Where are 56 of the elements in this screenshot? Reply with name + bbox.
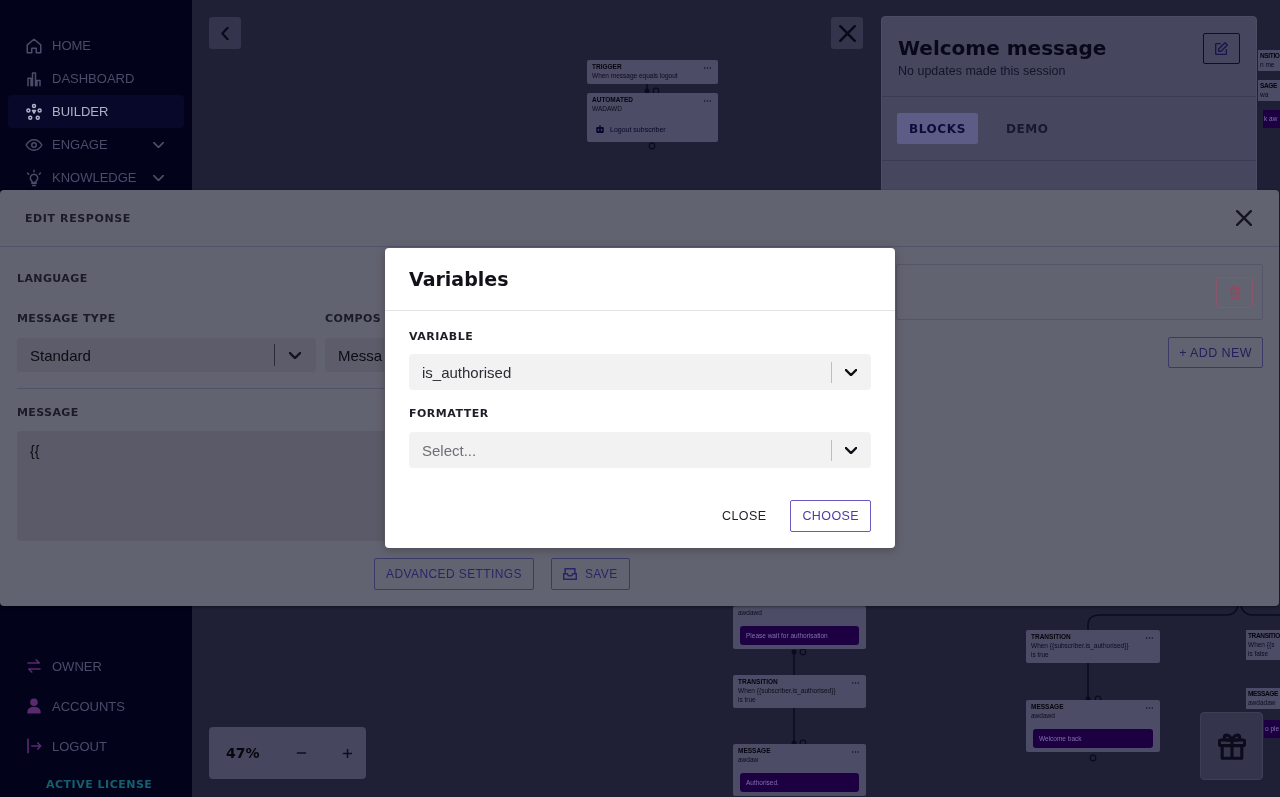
field-label: VARIABLE xyxy=(409,329,474,345)
sidebar-item[interactable]: OWNER xyxy=(8,646,184,686)
close-button[interactable]: CLOSE xyxy=(722,500,767,532)
hub-icon xyxy=(25,102,43,121)
sidebar-item[interactable]: ENGAGE xyxy=(8,128,184,161)
tab[interactable]: BLOCKS xyxy=(897,113,978,144)
port-icon xyxy=(648,142,656,150)
gift-button[interactable] xyxy=(1200,712,1263,780)
save-button[interactable]: SAVE xyxy=(550,558,630,590)
license-status: ACTIVE LICENSE xyxy=(45,777,154,792)
dialog-title: Variables xyxy=(409,267,509,291)
chevron-left-icon xyxy=(221,26,229,40)
select-field[interactable]: Messa xyxy=(325,338,384,372)
sidebar-item[interactable]: LOGOUT xyxy=(8,726,184,766)
zoom-level: 47% xyxy=(226,745,261,761)
logout-icon xyxy=(25,737,43,755)
field-label: LANGUAGE xyxy=(17,271,88,287)
lightbulb-icon xyxy=(25,168,43,187)
dialog-title: EDIT RESPONSE xyxy=(25,211,131,225)
home-icon xyxy=(25,36,43,55)
close-button[interactable] xyxy=(831,17,863,49)
field-label: FORMATTER xyxy=(409,406,489,422)
close-icon xyxy=(838,24,856,42)
sidebar-item[interactable]: ACCOUNTS xyxy=(8,686,184,726)
field-label: COMPOS xyxy=(325,311,382,327)
sidebar-item[interactable]: BUILDER xyxy=(8,95,184,128)
chevron-down-icon xyxy=(845,446,857,454)
edit-button[interactable] xyxy=(1203,33,1240,64)
bar-chart-icon xyxy=(25,69,43,88)
person-icon xyxy=(25,697,43,715)
swap-arrows-icon xyxy=(25,657,43,675)
tray-icon xyxy=(562,568,577,580)
trash-icon xyxy=(1228,285,1241,299)
sidebar-item[interactable]: KNOWLEDGE xyxy=(8,161,184,194)
select-field[interactable]: Select... xyxy=(409,432,871,468)
sidebar-item[interactable]: HOME xyxy=(8,29,184,62)
choose-button[interactable]: CHOOSE xyxy=(790,500,871,532)
select-field[interactable]: is_authorised xyxy=(409,354,871,390)
gift-icon xyxy=(1217,732,1246,760)
select-field[interactable]: Standard xyxy=(17,338,316,372)
robot-icon xyxy=(596,125,604,133)
chevron-down-icon xyxy=(289,351,301,359)
settings-button[interactable]: ADVANCED SETTINGS xyxy=(374,558,534,590)
field-label: MESSAGE TYPE xyxy=(17,311,116,327)
minus-icon[interactable] xyxy=(296,752,307,754)
close-icon[interactable] xyxy=(1236,210,1252,226)
sidebar-item[interactable]: DASHBOARD xyxy=(8,62,184,95)
edit-icon xyxy=(1215,42,1228,55)
plus-icon[interactable] xyxy=(342,747,353,759)
back-button[interactable] xyxy=(209,17,241,49)
chevron-down-icon xyxy=(845,368,857,376)
field-label: MESSAGE xyxy=(17,405,79,421)
delete-button[interactable] xyxy=(1216,276,1253,308)
flow-title: Welcome message xyxy=(898,36,1107,60)
message-input[interactable]: {{ xyxy=(17,431,384,541)
add-new-button[interactable]: + ADD NEW xyxy=(1168,337,1263,368)
